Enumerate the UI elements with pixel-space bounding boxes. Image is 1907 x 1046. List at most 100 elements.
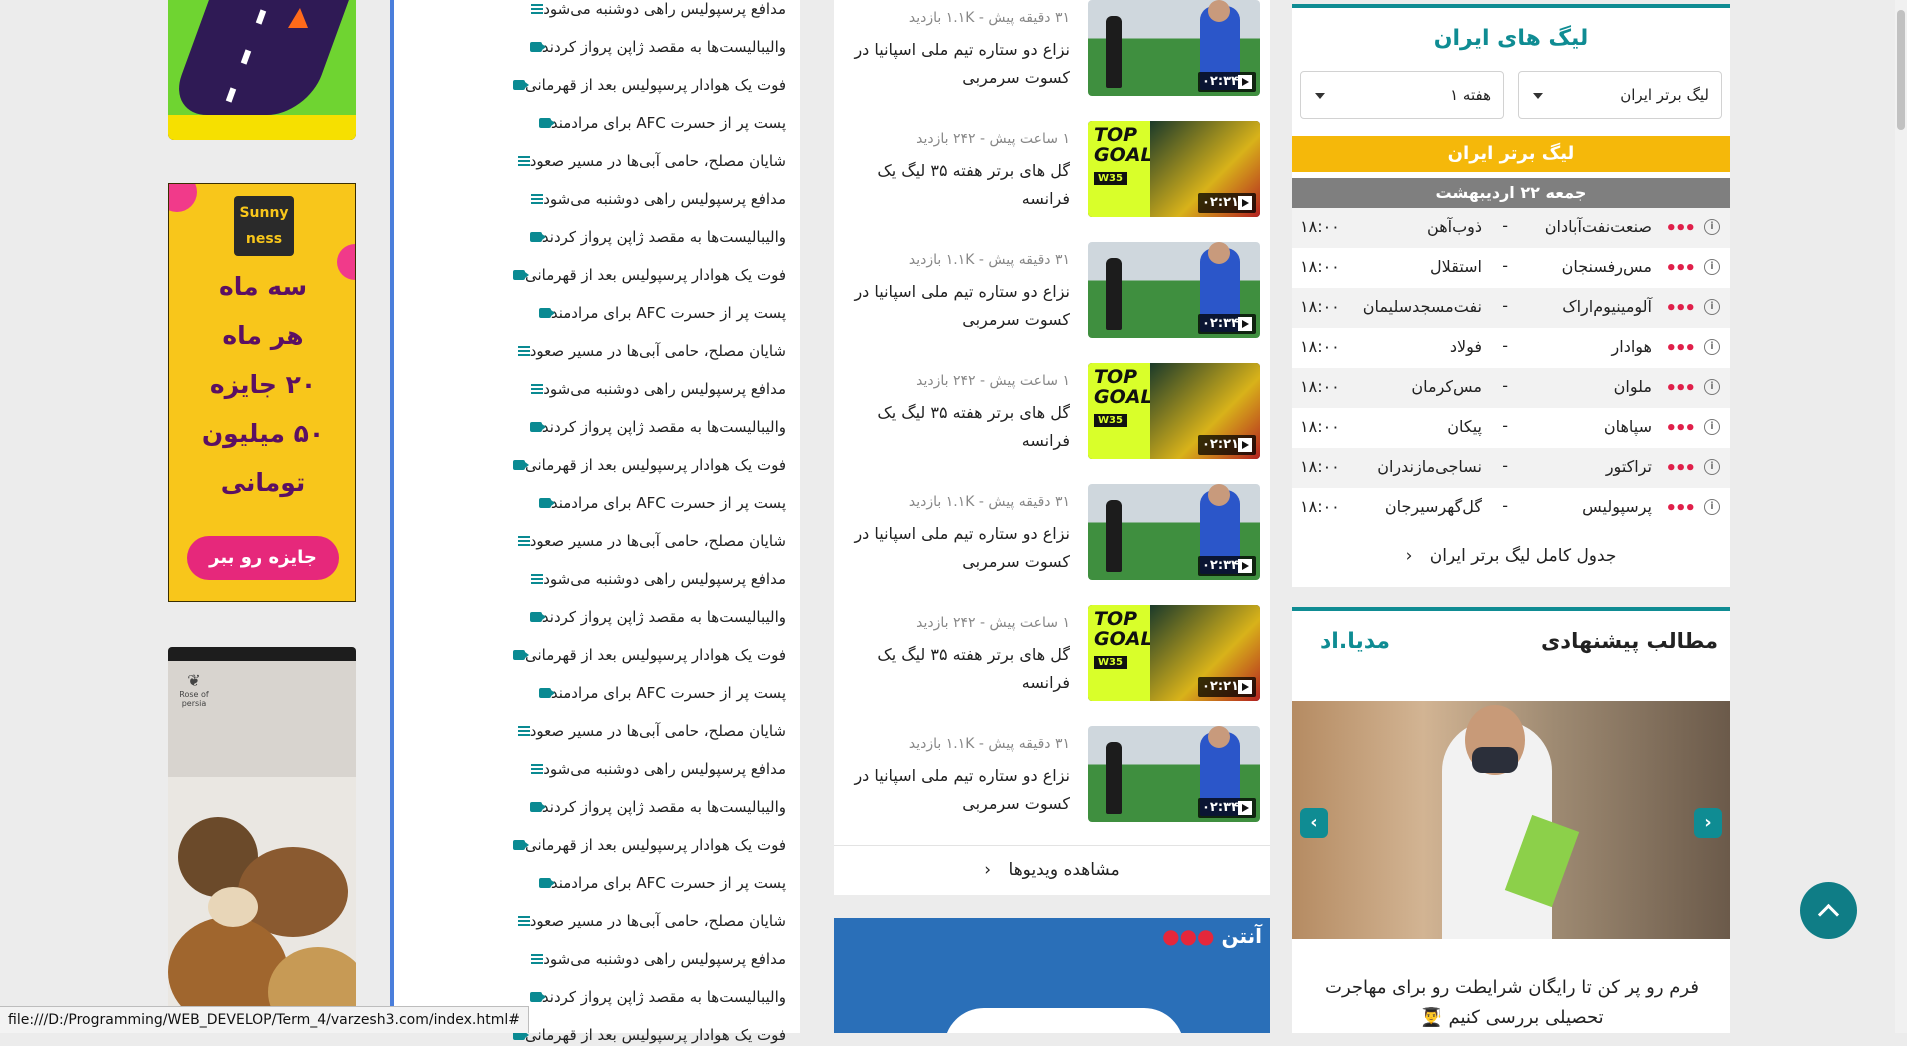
match-row[interactable]: i ••• ملوان - مس‌کرمان ۱۸:۰۰ [1292,368,1730,408]
news-list-item[interactable]: فوت یک هوادار پرسپولیس بعد از قهرمانی [505,1024,786,1046]
see-videos-link[interactable]: مشاهده ویدیوها ‹ [834,860,1270,886]
info-icon[interactable]: i [1704,339,1720,355]
more-dots-icon[interactable]: ••• [1665,298,1695,319]
match-row[interactable]: i ••• پرسپولیس - گل‌گهرسیرجان ۱۸:۰۰ [1292,488,1730,528]
video-title[interactable]: نزاع دو ستاره تیم ملی اسپانیا در کسوت سر… [850,520,1070,576]
home-team: سپاهان [1603,417,1652,436]
video-title[interactable]: نزاع دو ستاره تیم ملی اسپانیا در کسوت سر… [850,278,1070,334]
news-list-item[interactable]: فوت یک هوادار پرسپولیس بعد از قهرمانی [505,454,786,476]
news-list-item[interactable]: والیبالیست‌ها به مقصد ژاپن پرواز کردند [522,226,786,248]
news-list-item[interactable]: والیبالیست‌ها به مقصد ژاپن پرواز کردند [522,796,786,818]
news-list-item[interactable]: مدافع پرسپولیس راهی دوشنبه می‌شود [523,188,786,210]
news-list-item[interactable]: مدافع پرسپولیس راهی دوشنبه می‌شود [523,568,786,590]
info-icon[interactable]: i [1704,499,1720,515]
news-list-item[interactable]: والیبالیست‌ها به مقصد ژاپن پرواز کردند [522,986,786,1008]
news-list-item[interactable]: شایان مصلح، حامی آبی‌ها در مسیر صعود [510,340,786,362]
scroll-to-top-button[interactable] [1800,882,1857,939]
video-thumbnail[interactable]: ۰۲:۳۴ [1088,0,1260,96]
ad-cta-button[interactable]: جایزه رو ببر [187,536,339,580]
news-list-item[interactable]: پست پر از حسرت AFC برای مرادمند [531,872,786,894]
news-title: والیبالیست‌ها به مقصد ژاپن پرواز کردند [541,228,786,246]
full-table-link[interactable]: جدول کامل لیگ برتر ایران ‹ [1292,546,1730,566]
match-row[interactable]: i ••• آلومینیوم‌اراک - نفت‌مسجدسلیمان ۱۸:۰۰ [1292,288,1730,328]
info-icon[interactable]: i [1704,379,1720,395]
anten-promo[interactable]: آنتن ●●● [834,918,1270,1033]
news-list-item[interactable]: پست پر از حسرت AFC برای مرادمند [531,112,786,134]
info-icon[interactable]: i [1704,219,1720,235]
news-list-item[interactable]: والیبالیست‌ها به مقصد ژاپن پرواز کردند [522,416,786,438]
news-list-item[interactable]: فوت یک هوادار پرسپولیس بعد از قهرمانی [505,74,786,96]
news-list-item[interactable]: شایان مصلح، حامی آبی‌ها در مسیر صعود [510,150,786,172]
news-list-item[interactable]: پست پر از حسرت AFC برای مرادمند [531,492,786,514]
match-row[interactable]: i ••• هوادار - فولاد ۱۸:۰۰ [1292,328,1730,368]
video-card[interactable]: ۰۲:۳۴ ۳۱ دقیقه پیش - ۱.۱K بازدید نزاع دو س… [834,484,1270,584]
video-thumbnail[interactable]: ۰۲:۳۴ [1088,726,1260,822]
play-icon [1238,196,1252,210]
news-list-item[interactable]: پست پر از حسرت AFC برای مرادمند [531,682,786,704]
match-row[interactable]: i ••• صنعت‌نفت‌آبادان - ذوب‌آهن ۱۸:۰۰ [1292,208,1730,248]
more-dots-icon[interactable]: ••• [1665,498,1695,519]
news-list-item[interactable]: شایان مصلح، حامی آبی‌ها در مسیر صعود [510,720,786,742]
more-dots-icon[interactable]: ••• [1665,418,1695,439]
news-list-item[interactable]: والیبالیست‌ها به مقصد ژاپن پرواز کردند [522,606,786,628]
news-list-item[interactable]: مدافع پرسپولیس راهی دوشنبه می‌شود [523,758,786,780]
week-select[interactable]: هفته ۱ [1300,71,1504,119]
video-icon [538,118,555,128]
video-card[interactable]: TOP GOALS W35 ۰۲:۲۱ ۱ ساعت پیش - ۲۴۲ بازدید گ… [834,605,1270,705]
match-row[interactable]: i ••• سپاهان - پیکان ۱۸:۰۰ [1292,408,1730,448]
video-card[interactable]: ۰۲:۳۴ ۳۱ دقیقه پیش - ۱.۱K بازدید نزاع دو س… [834,242,1270,342]
recommended-image[interactable] [1292,701,1730,939]
news-list-item[interactable]: فوت یک هوادار پرسپولیس بعد از قهرمانی [505,834,786,856]
banner-ad-top[interactable] [168,0,356,140]
more-dots-icon[interactable]: ••• [1665,218,1695,239]
news-list-item[interactable]: پست پر از حسرت AFC برای مرادمند [531,302,786,324]
restaurant-ad[interactable]: ❦ Rose of persia [168,647,356,1033]
news-list-item[interactable]: مدافع پرسپولیس راهی دوشنبه می‌شود [523,948,786,970]
match-row[interactable]: i ••• تراکتور - نساجی‌مازندران ۱۸:۰۰ [1292,448,1730,488]
match-time: ۱۸:۰۰ [1300,337,1340,356]
news-list-item[interactable]: شایان مصلح، حامی آبی‌ها در مسیر صعود [510,910,786,932]
news-list-item[interactable]: مدافع پرسپولیس راهی دوشنبه می‌شود [523,0,786,20]
more-dots-icon[interactable]: ••• [1665,338,1695,359]
recommended-caption[interactable]: فرم رو پر کن تا رایگان شرایطت رو برای مه… [1312,973,1712,1033]
top-goals-badge: TOP GOALS W35 [1088,605,1166,701]
scrollbar-thumb[interactable] [1897,10,1905,130]
video-card[interactable]: ۰۲:۳۴ ۳۱ دقیقه پیش - ۱.۱K بازدید نزاع دو س… [834,726,1270,826]
video-thumbnail[interactable]: TOP GOALS W35 ۰۲:۲۱ [1088,121,1260,217]
league-heading: لیگ های ایران [1433,26,1589,51]
video-title[interactable]: نزاع دو ستاره تیم ملی اسپانیا در کسوت سر… [850,762,1070,818]
info-icon[interactable]: i [1704,419,1720,435]
video-title[interactable]: نزاع دو ستاره تیم ملی اسپانیا در کسوت سر… [850,36,1070,92]
video-card[interactable]: ۰۲:۳۴ ۳۱ دقیقه پیش - ۱.۱K بازدید نزاع دو س… [834,0,1270,100]
carousel-prev-icon[interactable]: ‹ [1300,808,1328,838]
page-scrollbar[interactable] [1895,0,1907,1033]
video-thumbnail[interactable]: TOP GOALS W35 ۰۲:۲۱ [1088,363,1260,459]
carousel-next-icon[interactable]: › [1694,808,1722,838]
video-thumbnail[interactable]: ۰۲:۳۴ [1088,242,1260,338]
video-title[interactable]: گل های برتر هفته ۳۵ لیگ یک فرانسه [850,641,1070,697]
info-icon[interactable]: i [1704,259,1720,275]
video-card[interactable]: TOP GOALS W35 ۰۲:۲۱ ۱ ساعت پیش - ۲۴۲ بازدید گ… [834,121,1270,221]
video-thumbnail[interactable]: TOP GOALS W35 ۰۲:۲۱ [1088,605,1260,701]
news-list-item[interactable]: مدافع پرسپولیس راهی دوشنبه می‌شود [523,378,786,400]
video-icon [529,612,546,622]
league-band: لیگ برتر ایران [1292,136,1730,172]
news-list-item[interactable]: فوت یک هوادار پرسپولیس بعد از قهرمانی [505,264,786,286]
video-thumbnail[interactable]: ۰۲:۳۴ [1088,484,1260,580]
flag-icon [288,8,308,28]
video-title[interactable]: گل های برتر هفته ۳۵ لیگ یک فرانسه [850,157,1070,213]
more-dots-icon[interactable]: ••• [1665,258,1695,279]
news-list-item[interactable]: والیبالیست‌ها به مقصد ژاپن پرواز کردند [522,36,786,58]
match-row[interactable]: i ••• مس‌رفسنجان - استقلال ۱۸:۰۰ [1292,248,1730,288]
news-list-item[interactable]: شایان مصلح، حامی آبی‌ها در مسیر صعود [510,530,786,552]
more-dots-icon[interactable]: ••• [1665,378,1695,399]
news-list-item[interactable]: فوت یک هوادار پرسپولیس بعد از قهرمانی [505,644,786,666]
play-icon [1238,75,1252,89]
more-dots-icon[interactable]: ••• [1665,458,1695,479]
video-title[interactable]: گل های برتر هفته ۳۵ لیگ یک فرانسه [850,399,1070,455]
info-icon[interactable]: i [1704,459,1720,475]
info-icon[interactable]: i [1704,299,1720,315]
league-select[interactable]: لیگ برتر ایران [1518,71,1722,119]
sunnyness-ad[interactable]: Sunny ness سه ماه هر ماه ۲۰ جایزه ۵۰ میل… [168,183,356,602]
video-card[interactable]: TOP GOALS W35 ۰۲:۲۱ ۱ ساعت پیش - ۲۴۲ بازدید گ… [834,363,1270,463]
